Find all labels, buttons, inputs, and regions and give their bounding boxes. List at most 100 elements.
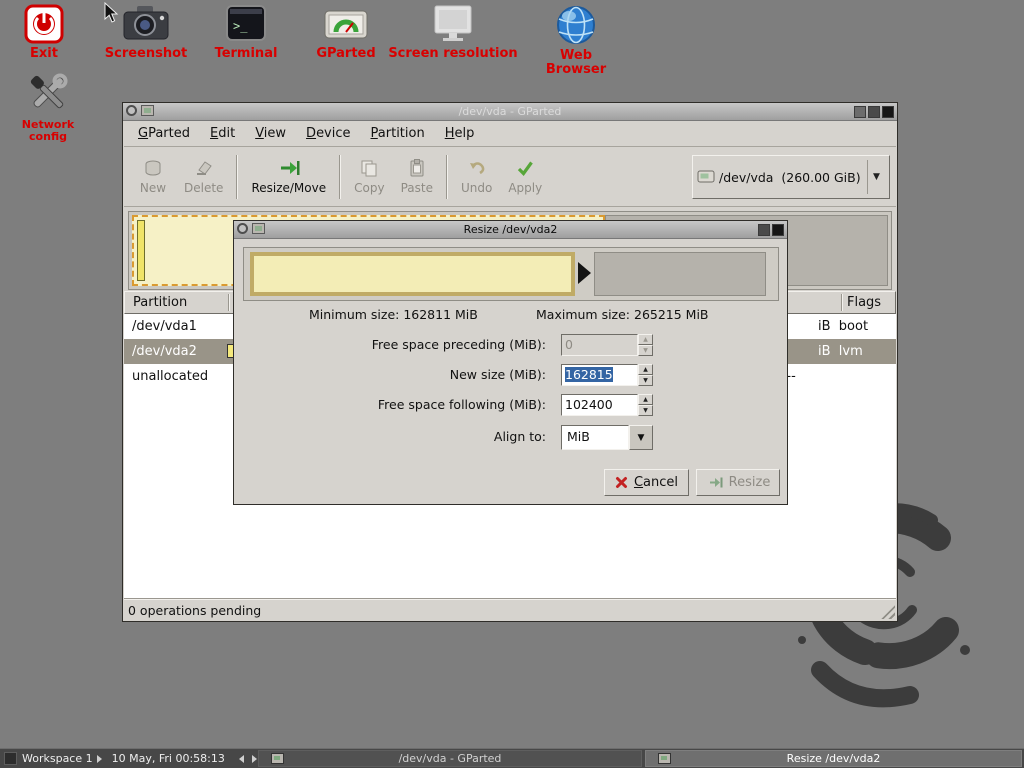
new-size-input[interactable]: 162815 bbox=[561, 364, 638, 386]
camera-icon bbox=[122, 4, 170, 44]
align-to-label: Align to: bbox=[242, 426, 546, 448]
device-selector[interactable]: /dev/vda (260.00 GiB) ▼ bbox=[692, 155, 890, 199]
resize-grip[interactable] bbox=[881, 605, 895, 619]
column-header-partition[interactable]: Partition bbox=[133, 295, 187, 310]
prev-window-icon[interactable] bbox=[239, 755, 244, 763]
apply-check-icon bbox=[515, 158, 535, 178]
menu-help[interactable]: Help bbox=[435, 123, 485, 144]
resize-move-icon bbox=[278, 158, 300, 178]
resize-arrows-icon bbox=[706, 476, 723, 489]
free-preceding-spinbox: 0 ▲ ▼ bbox=[561, 334, 653, 356]
column-separator bbox=[228, 294, 230, 311]
toolbar-separator bbox=[339, 155, 341, 199]
taskbar-clock: 10 May, Fri 00:58:13 bbox=[112, 752, 225, 765]
partition-size-area[interactable] bbox=[250, 252, 575, 296]
undo-button[interactable]: Undo bbox=[453, 151, 500, 203]
new-size-label: New size (MiB): bbox=[242, 364, 546, 386]
maximize-button[interactable] bbox=[758, 224, 770, 236]
toolbar-separator bbox=[446, 155, 448, 199]
column-header-flags[interactable]: Flags bbox=[847, 295, 881, 310]
column-separator bbox=[841, 294, 843, 311]
free-preceding-label: Free space preceding (MiB): bbox=[242, 334, 546, 356]
spin-down-icon[interactable]: ▼ bbox=[638, 405, 653, 416]
menu-edit[interactable]: Edit bbox=[200, 123, 245, 144]
row-flags-text: iB lvm bbox=[818, 344, 863, 359]
new-size-spinbox: 162815 ▲ ▼ bbox=[561, 364, 653, 386]
free-space-area[interactable] bbox=[594, 252, 766, 296]
resize-dialog: Resize /dev/vda2 Minimum size: 162811 Mi… bbox=[233, 220, 788, 505]
undo-icon bbox=[467, 158, 487, 178]
combo-dropdown-arrow-icon[interactable]: ▼ bbox=[629, 425, 653, 450]
desktop-icon-exit[interactable]: Exit bbox=[4, 4, 84, 61]
spin-up-icon[interactable]: ▲ bbox=[638, 394, 653, 405]
desktop-icon-label: Terminal bbox=[215, 47, 278, 61]
svg-text:>_: >_ bbox=[233, 19, 248, 33]
apply-button[interactable]: Apply bbox=[500, 151, 550, 203]
maximize-button[interactable] bbox=[868, 106, 880, 118]
globe-icon bbox=[555, 4, 597, 46]
toolbar: New Delete Resize/Move bbox=[124, 147, 896, 207]
desktop-icon-gparted[interactable]: GParted bbox=[306, 4, 386, 61]
desktop-icon-label: Web Browser bbox=[528, 49, 624, 76]
row-flags-text: iB boot bbox=[818, 319, 868, 334]
desktop-icon-screen-resolution[interactable]: Screen resolution bbox=[385, 4, 521, 61]
next-workspace-icon[interactable] bbox=[97, 755, 102, 763]
delete-icon bbox=[194, 158, 214, 178]
menu-device[interactable]: Device bbox=[296, 123, 360, 144]
spin-down-icon[interactable]: ▼ bbox=[638, 375, 653, 386]
free-following-input[interactable]: 102400 bbox=[561, 394, 638, 416]
desktop-icon-label: Network config bbox=[2, 119, 94, 142]
dialog-titlebar[interactable]: Resize /dev/vda2 bbox=[234, 221, 787, 239]
delete-button[interactable]: Delete bbox=[176, 151, 231, 203]
spin-up-icon: ▲ bbox=[638, 334, 653, 345]
cancel-button[interactable]: Cancel bbox=[604, 469, 689, 496]
window-title: /dev/vda - GParted bbox=[123, 105, 897, 118]
pager-button[interactable] bbox=[4, 752, 17, 765]
tools-icon bbox=[24, 70, 72, 116]
menu-partition[interactable]: Partition bbox=[361, 123, 435, 144]
resize-slider-widget bbox=[243, 247, 779, 301]
close-button[interactable] bbox=[772, 224, 784, 236]
menu-view[interactable]: View bbox=[245, 123, 296, 144]
selected-text: 162815 bbox=[565, 367, 613, 382]
resize-button[interactable]: Resize bbox=[696, 469, 780, 496]
terminal-icon: >_ bbox=[225, 4, 267, 44]
device-selector-label: /dev/vda (260.00 GiB) bbox=[719, 170, 867, 185]
next-window-icon[interactable] bbox=[252, 755, 257, 763]
desktop-icon-terminal[interactable]: >_ Terminal bbox=[206, 4, 286, 61]
copy-icon bbox=[359, 158, 379, 178]
resize-move-button[interactable]: Resize/Move bbox=[243, 151, 334, 203]
task-app-icon bbox=[658, 753, 671, 764]
desktop-icon-network-config[interactable]: Network config bbox=[2, 70, 94, 142]
desktop-icon-screenshot[interactable]: Screenshot bbox=[106, 4, 186, 61]
desktop: Exit Screenshot >_ Terminal GParted bbox=[0, 0, 1024, 768]
menubar: GParted Edit View Device Partition Help bbox=[124, 121, 896, 147]
copy-button[interactable]: Copy bbox=[346, 151, 392, 203]
device-dropdown-arrow-icon[interactable]: ▼ bbox=[867, 160, 885, 194]
desktop-icon-label: Screenshot bbox=[105, 47, 188, 61]
workspace-label[interactable]: Workspace 1 bbox=[22, 752, 93, 765]
task-resize-dialog[interactable]: Resize /dev/vda2 bbox=[645, 750, 1022, 767]
toolbar-separator bbox=[236, 155, 238, 199]
gparted-titlebar[interactable]: /dev/vda - GParted bbox=[123, 103, 897, 121]
maximum-size-label: Maximum size: 265215 MiB bbox=[536, 307, 709, 322]
paste-button[interactable]: Paste bbox=[393, 151, 441, 203]
close-button[interactable] bbox=[882, 106, 894, 118]
menu-gparted[interactable]: GParted bbox=[128, 123, 200, 144]
gparted-drive-icon bbox=[323, 4, 369, 44]
task-gparted-window[interactable]: /dev/vda - GParted bbox=[258, 750, 642, 767]
new-button[interactable]: New bbox=[130, 151, 176, 203]
vda1-partition-segment[interactable] bbox=[137, 220, 145, 281]
exit-power-icon bbox=[24, 4, 64, 44]
desktop-icon-label: GParted bbox=[316, 47, 375, 61]
spin-up-icon[interactable]: ▲ bbox=[638, 364, 653, 375]
new-partition-icon bbox=[143, 158, 163, 178]
align-to-combobox[interactable]: MiB ▼ bbox=[561, 425, 653, 450]
task-app-icon bbox=[271, 753, 284, 764]
spin-down-icon: ▼ bbox=[638, 345, 653, 356]
desktop-icon-web-browser[interactable]: Web Browser bbox=[528, 4, 624, 76]
desktop-icon-label: Exit bbox=[30, 47, 58, 61]
free-preceding-input: 0 bbox=[561, 334, 638, 356]
minimize-button[interactable] bbox=[854, 106, 866, 118]
resize-drag-handle-icon[interactable] bbox=[578, 262, 591, 284]
